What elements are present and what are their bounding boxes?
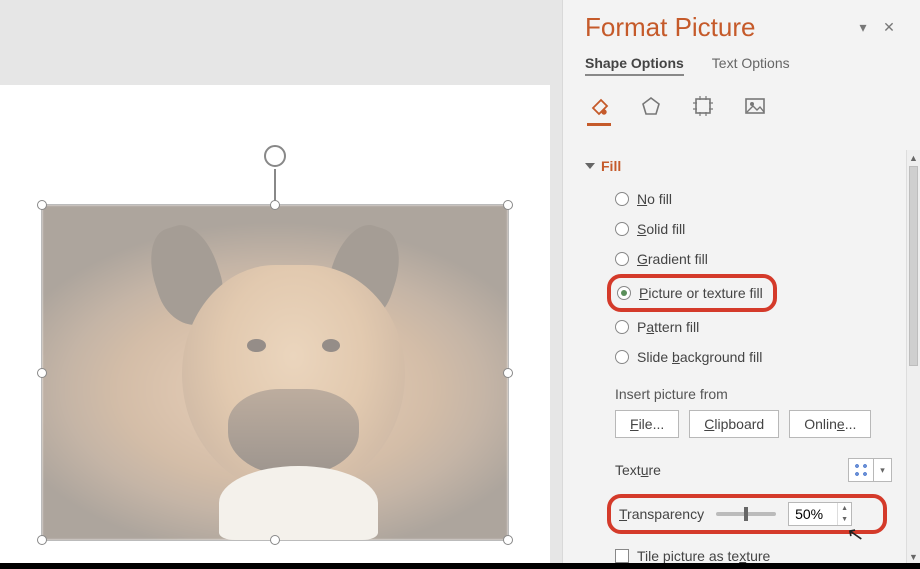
panel-scrollbar[interactable]: ▲ ▼ (906, 150, 920, 565)
radio-label: Solid fill (637, 221, 685, 237)
selected-picture[interactable] (42, 205, 508, 540)
texture-dropdown-icon[interactable]: ▾ (874, 458, 892, 482)
spin-up-icon[interactable]: ▲ (838, 503, 851, 514)
online-button[interactable]: Online... (789, 410, 871, 438)
resize-handle-ne[interactable] (503, 200, 513, 210)
picture-icon[interactable] (741, 92, 769, 120)
scroll-up-icon[interactable]: ▲ (907, 150, 920, 166)
category-icons (563, 86, 920, 134)
close-icon[interactable]: ✕ (876, 15, 902, 41)
slider-knob[interactable] (744, 507, 748, 521)
tab-text-options[interactable]: Text Options (712, 55, 790, 76)
transparency-input[interactable] (789, 503, 837, 525)
picture-content (42, 205, 508, 540)
clipboard-button[interactable]: Clipboard (689, 410, 779, 438)
format-picture-panel: Format Picture ▾ ✕ Shape Options Text Op… (562, 0, 920, 569)
fill-section-header[interactable]: Fill (585, 150, 906, 184)
spin-down-icon[interactable]: ▼ (838, 514, 851, 525)
slide[interactable] (0, 85, 550, 565)
tab-shape-options[interactable]: Shape Options (585, 55, 684, 76)
texture-label: Texture (615, 462, 848, 478)
collapse-icon (585, 163, 595, 169)
insert-picture-header: Insert picture from (585, 372, 906, 410)
panel-tabs: Shape Options Text Options (563, 49, 920, 86)
scroll-thumb[interactable] (909, 166, 918, 366)
radio-slide-background-fill[interactable]: Slide background fill (615, 342, 906, 372)
radio-icon (617, 286, 631, 300)
radio-icon (615, 222, 629, 236)
size-properties-icon[interactable] (689, 92, 717, 120)
resize-handle-se[interactable] (503, 535, 513, 545)
resize-handle-sw[interactable] (37, 535, 47, 545)
panel-options-icon[interactable]: ▾ (850, 15, 876, 41)
radio-label: Picture or texture fill (639, 285, 763, 301)
resize-handle-n[interactable] (270, 200, 280, 210)
radio-label: Gradient fill (637, 251, 708, 267)
radio-solid-fill[interactable]: Solid fill (615, 214, 906, 244)
radio-gradient-fill[interactable]: Gradient fill (615, 244, 906, 274)
radio-pattern-fill[interactable]: Pattern fill (615, 312, 906, 342)
radio-label: Pattern fill (637, 319, 699, 335)
radio-icon (615, 192, 629, 206)
texture-swatch[interactable] (848, 458, 874, 482)
resize-handle-w[interactable] (37, 368, 47, 378)
fill-line-icon[interactable] (585, 92, 613, 120)
radio-icon (615, 350, 629, 364)
checkbox-icon[interactable] (615, 549, 629, 563)
resize-handle-s[interactable] (270, 535, 280, 545)
radio-label: No fill (637, 191, 672, 207)
radio-icon (615, 320, 629, 334)
radio-picture-texture-fill[interactable]: Picture or texture fill (617, 278, 763, 308)
file-button[interactable]: File... (615, 410, 679, 438)
radio-label: Slide background fill (637, 349, 762, 365)
tile-checkbox-row[interactable]: Tile picture as texture (585, 534, 906, 564)
effects-icon[interactable] (637, 92, 665, 120)
resize-handle-nw[interactable] (37, 200, 47, 210)
transparency-slider[interactable] (716, 512, 776, 516)
panel-title: Format Picture (585, 12, 850, 43)
resize-handle-e[interactable] (503, 368, 513, 378)
bottom-border (0, 563, 920, 569)
transparency-row: Transparency ▲ ▼ (607, 494, 887, 534)
slide-canvas (0, 0, 562, 569)
radio-no-fill[interactable]: No fill (615, 184, 906, 214)
transparency-spinner[interactable]: ▲ ▼ (788, 502, 852, 526)
radio-icon (615, 252, 629, 266)
rotation-handle[interactable] (264, 145, 286, 167)
fill-section-label: Fill (601, 158, 621, 174)
transparency-label: Transparency (619, 506, 704, 522)
tile-label: Tile picture as texture (637, 548, 770, 564)
